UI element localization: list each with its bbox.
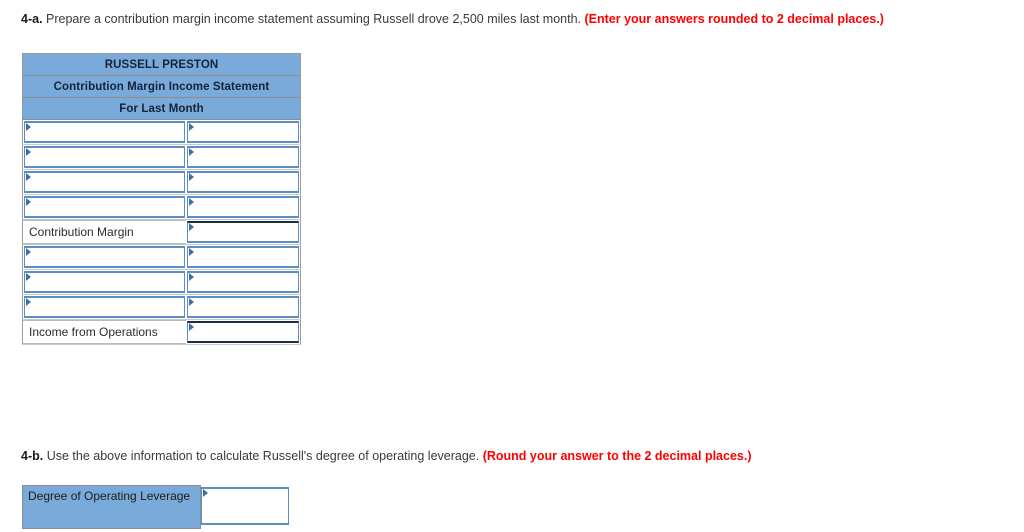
table-row — [22, 144, 301, 170]
dropdown-caret-icon — [188, 198, 194, 206]
statement-row-4-value-cell — [185, 219, 301, 245]
statement-row-2-value-cell — [185, 169, 301, 195]
dropdown-caret-icon — [26, 173, 31, 181]
question-4a-text: Prepare a contribution margin income sta… — [42, 12, 585, 26]
question-4b-number: 4-b. — [21, 449, 44, 463]
statement-period: For Last Month — [22, 97, 301, 120]
statement-row-2-label-cell — [22, 169, 186, 195]
question-4a-prompt: 4-a. Prepare a contribution margin incom… — [21, 12, 884, 27]
table-row: Income from Operations — [22, 319, 301, 345]
table-row — [22, 294, 301, 320]
dropdown-caret-icon — [188, 323, 194, 331]
statement-row-2-label-input[interactable] — [24, 171, 185, 193]
statement-row-4-label-cell: Contribution Margin — [22, 219, 186, 245]
statement-row-0-label-cell — [22, 119, 186, 145]
dropdown-caret-icon — [188, 148, 194, 156]
question-4b-text: Use the above information to calculate R… — [43, 449, 483, 463]
dropdown-caret-icon — [26, 123, 31, 131]
dropdown-caret-icon — [26, 248, 31, 256]
statement-row-0-label-input[interactable] — [24, 121, 185, 143]
statement-row-8-value-cell — [185, 319, 301, 345]
statement-row-0-value-input[interactable] — [186, 121, 300, 143]
statement-row-6-label-cell — [22, 269, 186, 295]
table-row — [22, 119, 301, 145]
statement-row-3-label-cell — [22, 194, 186, 220]
question-4b-prompt: 4-b. Use the above information to calcul… — [21, 449, 752, 464]
statement-row-4-label: Contribution Margin — [23, 220, 186, 244]
statement-row-3-value-input[interactable] — [186, 196, 300, 218]
table-row — [22, 169, 301, 195]
statement-row-8-label-cell: Income from Operations — [22, 319, 186, 345]
statement-row-8-label: Income from Operations — [23, 320, 186, 344]
table-row: Degree of Operating Leverage — [22, 485, 289, 529]
question-4a-note: (Enter your answers rounded to 2 decimal… — [584, 12, 884, 26]
statement-company-name: RUSSELL PRESTON — [22, 53, 301, 76]
statement-row-1-label-input[interactable] — [24, 146, 185, 168]
dropdown-caret-icon — [188, 123, 194, 131]
contribution-margin-income-statement-table: RUSSELL PRESTON Contribution Margin Inco… — [22, 53, 302, 345]
statement-row-7-value-cell — [185, 294, 301, 320]
table-row — [22, 244, 301, 270]
statement-row-1-value-input[interactable] — [186, 146, 300, 168]
statement-row-3-value-cell — [185, 194, 301, 220]
statement-title: Contribution Margin Income Statement — [22, 75, 301, 98]
dropdown-caret-icon — [26, 148, 31, 156]
statement-row-5-value-cell — [185, 244, 301, 270]
dropdown-caret-icon — [188, 248, 194, 256]
dropdown-caret-icon — [188, 298, 194, 306]
statement-row-6-label-input[interactable] — [24, 271, 185, 293]
dol-value-cell — [201, 486, 289, 529]
statement-row-8-value-input[interactable] — [186, 321, 300, 343]
dropdown-caret-icon — [26, 198, 31, 206]
statement-row-7-value-input[interactable] — [186, 296, 300, 318]
statement-row-7-label-input[interactable] — [24, 296, 185, 318]
dropdown-caret-icon — [188, 173, 194, 181]
statement-row-7-label-cell — [22, 294, 186, 320]
degree-of-operating-leverage-table: Degree of Operating Leverage — [22, 485, 289, 529]
statement-row-1-value-cell — [185, 144, 301, 170]
table-row: Contribution Margin — [22, 219, 301, 245]
statement-row-6-value-cell — [185, 269, 301, 295]
statement-row-5-label-cell — [22, 244, 186, 270]
statement-row-4-value-input[interactable] — [186, 221, 300, 243]
dropdown-caret-icon — [26, 298, 31, 306]
question-4b-note: (Round your answer to the 2 decimal plac… — [482, 449, 752, 463]
dropdown-caret-icon — [203, 488, 208, 497]
statement-row-1-label-cell — [22, 144, 186, 170]
dropdown-caret-icon — [188, 273, 194, 281]
statement-row-0-value-cell — [185, 119, 301, 145]
statement-row-6-value-input[interactable] — [186, 271, 300, 293]
statement-row-5-value-input[interactable] — [186, 246, 300, 268]
dol-label: Degree of Operating Leverage — [22, 485, 201, 529]
table-row — [22, 194, 301, 220]
table-row — [22, 269, 301, 295]
statement-row-2-value-input[interactable] — [186, 171, 300, 193]
dropdown-caret-icon — [26, 273, 31, 281]
statement-title-row-period: For Last Month — [22, 97, 301, 120]
statement-title-row-company: RUSSELL PRESTON — [22, 53, 301, 76]
statement-row-5-label-input[interactable] — [24, 246, 185, 268]
statement-row-3-label-input[interactable] — [24, 196, 185, 218]
question-4a-number: 4-a. — [21, 12, 43, 26]
statement-title-row-name: Contribution Margin Income Statement — [22, 75, 301, 98]
dol-value-input[interactable] — [201, 486, 289, 525]
dropdown-caret-icon — [188, 223, 194, 231]
